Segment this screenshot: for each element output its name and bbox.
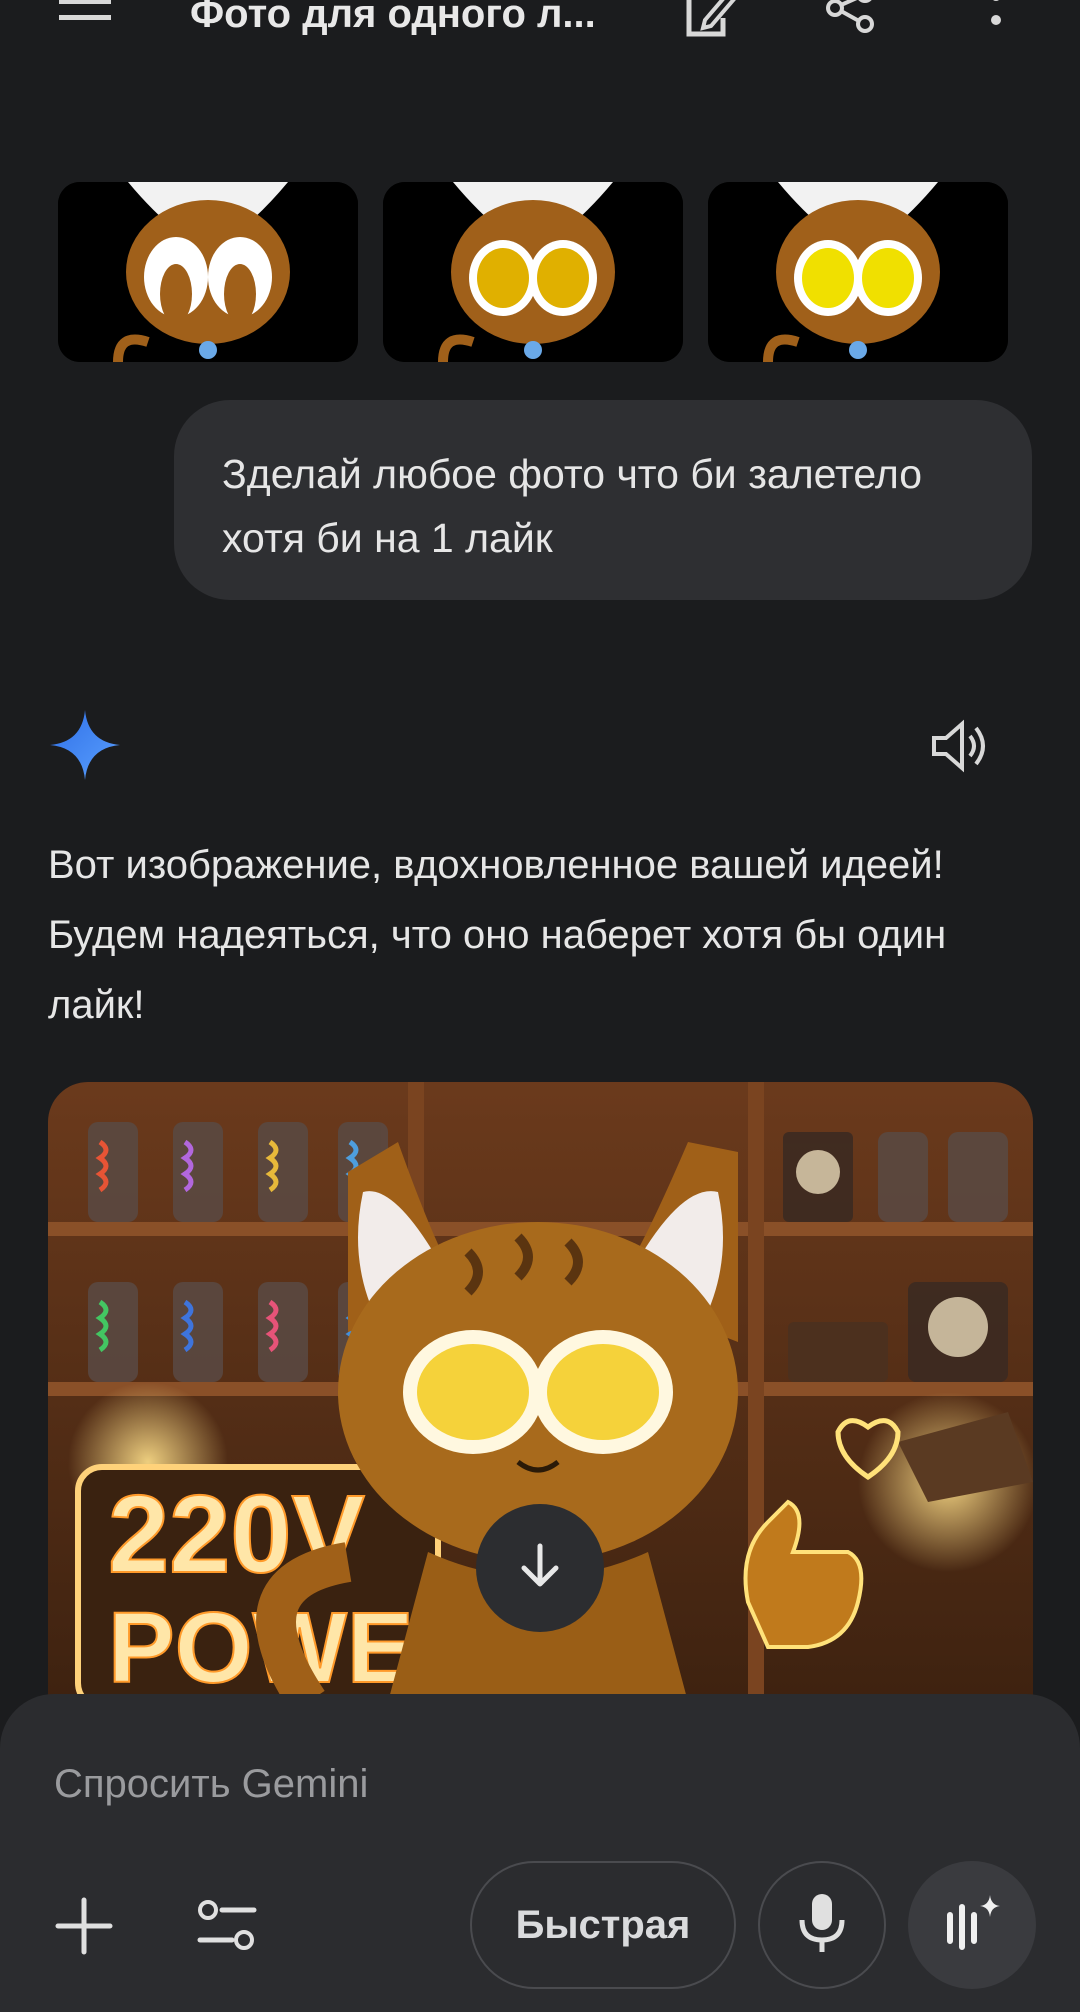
- scroll-down-button[interactable]: [476, 1504, 604, 1632]
- tools-icon[interactable]: [196, 1896, 258, 1956]
- attachment-thumbnail-3[interactable]: [708, 182, 1008, 362]
- attachment-thumbnail-2[interactable]: [383, 182, 683, 362]
- mode-selector-button[interactable]: Быстрая: [470, 1861, 736, 1989]
- download-icon: [512, 1538, 568, 1599]
- more-vert-icon[interactable]: [976, 0, 1016, 42]
- speaker-icon[interactable]: [928, 716, 992, 776]
- response-text: Вот изображение, вдохновленное вашей иде…: [48, 843, 947, 1027]
- mic-button[interactable]: [758, 1861, 886, 1989]
- attachment-thumbnail-1[interactable]: [58, 182, 358, 362]
- user-message-text: Зделай любое фото что би залетело хотя б…: [222, 451, 923, 561]
- chat-title[interactable]: Фото для одного л...: [190, 0, 596, 37]
- share-icon[interactable]: [820, 0, 880, 42]
- gemini-sparkle-icon: [50, 710, 120, 780]
- user-message-bubble: Зделай любое фото что би залетело хотя б…: [174, 400, 1032, 600]
- mic-icon: [797, 1892, 847, 1959]
- mode-label: Быстрая: [515, 1902, 691, 1947]
- live-button[interactable]: [908, 1861, 1036, 1989]
- plus-icon[interactable]: [54, 1896, 114, 1956]
- prompt-input[interactable]: Спросить Gemini: [54, 1762, 368, 1807]
- live-icon: [940, 1891, 1004, 1960]
- top-app-bar: Фото для одного л...: [0, 0, 1080, 60]
- menu-icon[interactable]: [50, 0, 120, 40]
- edit-icon[interactable]: [680, 0, 740, 42]
